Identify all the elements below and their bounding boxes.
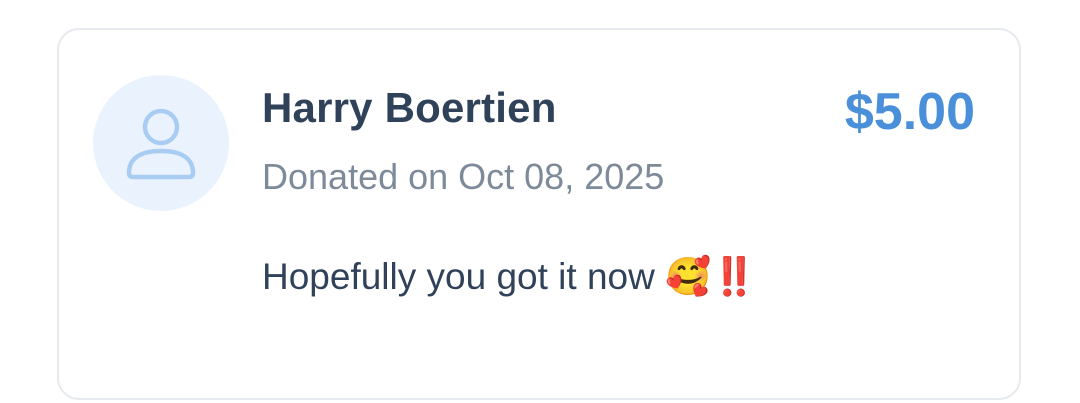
donation-card: Harry Boertien Donated on Oct 08, 2025 $… bbox=[57, 28, 1021, 400]
donation-message: Hopefully you got it now 🥰‼️ bbox=[262, 256, 758, 297]
donation-date: Donated on Oct 08, 2025 bbox=[262, 156, 665, 197]
donation-amount: $5.00 bbox=[844, 83, 975, 141]
avatar bbox=[93, 75, 229, 211]
user-icon bbox=[126, 108, 196, 180]
donor-name: Harry Boertien bbox=[262, 84, 557, 131]
